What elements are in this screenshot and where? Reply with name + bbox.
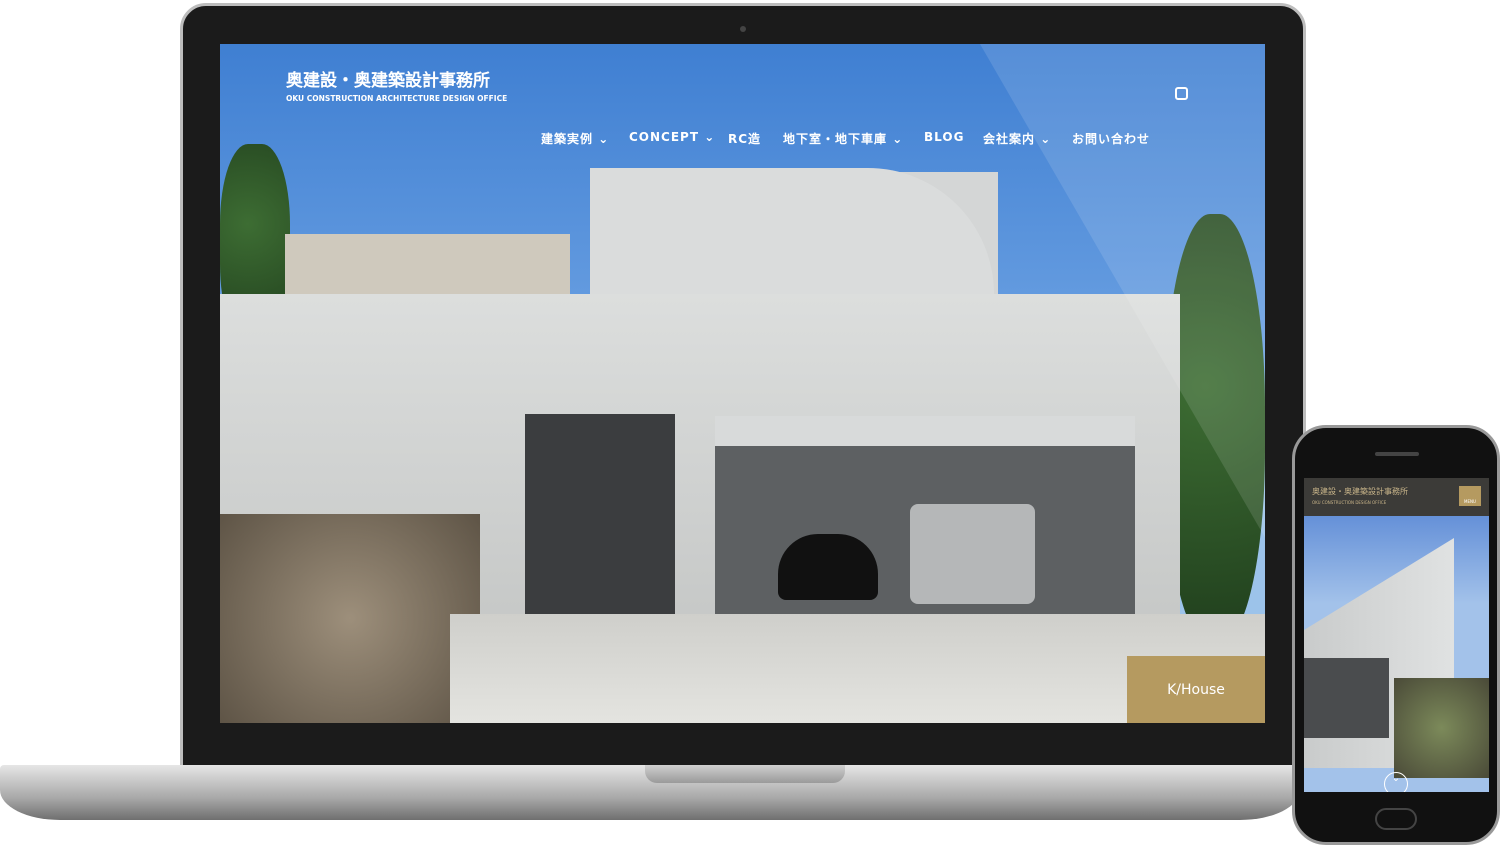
black-car	[778, 534, 878, 600]
phone-home-button	[1375, 808, 1417, 830]
nav-company[interactable]: 会社案内 ⌄	[983, 130, 1051, 147]
menu-label: MENU	[1464, 499, 1476, 504]
phone-speaker	[1375, 452, 1419, 456]
nav-label: BLOG	[924, 130, 965, 144]
nav-basement[interactable]: 地下室・地下車庫 ⌄	[783, 130, 903, 147]
nav-rc[interactable]: RC造	[728, 130, 761, 147]
nav-label: RC造	[728, 132, 762, 146]
chevron-down-icon[interactable]: ⌄	[1384, 772, 1408, 792]
nav-label: お問い合わせ	[1072, 132, 1151, 146]
phone-logo-subtitle: OKU CONSTRUCTION DESIGN OFFICE	[1312, 500, 1387, 505]
house-curve	[590, 168, 994, 294]
nav-concept[interactable]: CONCEPT ⌄	[629, 130, 715, 144]
rock-garden	[220, 514, 480, 723]
instagram-icon[interactable]	[1175, 87, 1188, 100]
laptop-notch	[645, 765, 845, 783]
nav-works[interactable]: 建築実例 ⌄	[541, 130, 609, 147]
nav-label: 建築実例	[541, 132, 594, 146]
chevron-down-icon: ⌄	[704, 130, 716, 144]
phone-logo[interactable]: 奥建設・奥建築設計事務所	[1312, 486, 1408, 497]
laptop-screen: 奥建設・奥建築設計事務所 OKU CONSTRUCTION ARCHITECTU…	[220, 44, 1265, 723]
nav-contact[interactable]: お問い合わせ	[1072, 130, 1150, 147]
chevron-down-icon: ⌄	[892, 132, 904, 146]
webcam	[740, 26, 746, 32]
menu-button[interactable]: MENU	[1459, 486, 1481, 506]
phone-screen: 奥建設・奥建築設計事務所 OKU CONSTRUCTION DESIGN OFF…	[1304, 478, 1489, 792]
phone-garage	[1304, 658, 1389, 738]
site-logo-subtitle: OKU CONSTRUCTION ARCHITECTURE DESIGN OFF…	[286, 94, 508, 103]
garage-lintel	[715, 416, 1135, 446]
chevron-down-icon: ⌄	[1040, 132, 1052, 146]
nav-label: 会社案内	[983, 132, 1036, 146]
nav-label: CONCEPT	[629, 130, 700, 144]
phone-garden	[1394, 678, 1489, 778]
hero-caption[interactable]: K/House	[1127, 656, 1265, 723]
silver-suv	[910, 504, 1035, 604]
nav-label: 地下室・地下車庫	[783, 132, 888, 146]
phone-header: 奥建設・奥建築設計事務所 OKU CONSTRUCTION DESIGN OFF…	[1304, 478, 1489, 516]
chevron-down-icon: ⌄	[598, 132, 610, 146]
nav-blog[interactable]: BLOG	[924, 130, 964, 144]
entrance	[525, 414, 675, 624]
site-logo[interactable]: 奥建設・奥建築設計事務所	[286, 66, 490, 91]
